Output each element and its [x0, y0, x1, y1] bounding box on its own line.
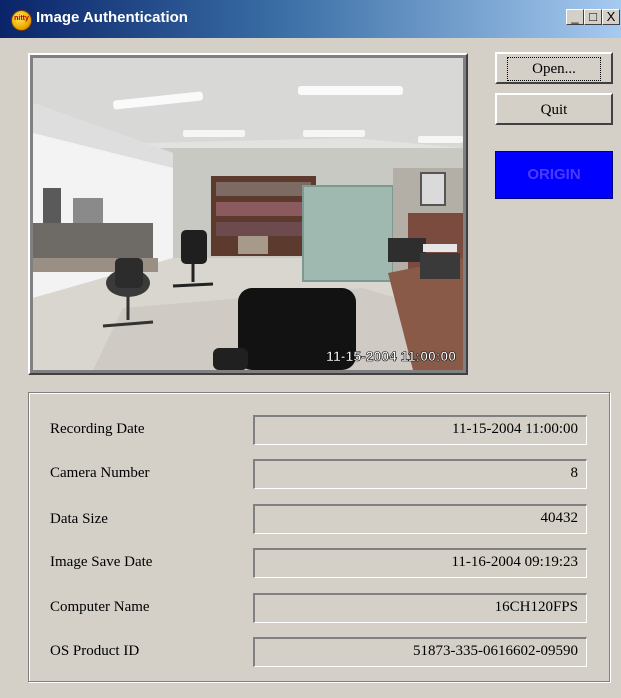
camera-number-field: 8 — [253, 459, 587, 489]
origin-status-label: ORIGIN — [527, 166, 581, 183]
app-icon[interactable]: nitty — [11, 10, 32, 31]
minimize-icon[interactable]: _ — [566, 9, 584, 25]
quit-button-label: Quit — [540, 102, 568, 118]
office-scene-image: 11-15-2004 11:00:00 — [33, 58, 463, 370]
quit-button[interactable]: Quit — [495, 93, 613, 125]
computer-name-field: 16CH120FPS — [253, 593, 587, 623]
os-product-id-field: 51873-335-0616602-09590 — [253, 637, 587, 667]
computer-name-label: Computer Name — [50, 599, 150, 615]
recording-date-label: Recording Date — [50, 421, 145, 437]
close-icon[interactable]: X — [602, 9, 620, 25]
window-title: Image Authentication — [36, 9, 188, 26]
title-bar[interactable]: nitty Image Authentication _ □ X — [0, 0, 621, 38]
camera-image: 11-15-2004 11:00:00 — [33, 58, 463, 370]
origin-status-badge: ORIGIN — [495, 151, 613, 199]
image-save-date-field: 11-16-2004 09:19:23 — [253, 548, 587, 578]
open-button-label: Open... — [507, 57, 601, 81]
data-size-field: 40432 — [253, 504, 587, 534]
maximize-icon[interactable]: □ — [584, 9, 602, 25]
recording-date-field: 11-15-2004 11:00:00 — [253, 415, 587, 445]
app-window: nitty Image Authentication _ □ X 11-15-2… — [0, 0, 621, 698]
app-icon-text: nitty — [14, 15, 29, 22]
timestamp-overlay: 11-15-2004 11:00:00 — [326, 348, 456, 364]
image-preview-frame: 11-15-2004 11:00:00 — [28, 53, 468, 375]
data-size-label: Data Size — [50, 511, 108, 527]
os-product-id-label: OS Product ID — [50, 643, 140, 659]
open-button[interactable]: Open... — [495, 52, 613, 84]
camera-number-label: Camera Number — [50, 465, 150, 481]
image-save-date-label: Image Save Date — [50, 554, 153, 570]
